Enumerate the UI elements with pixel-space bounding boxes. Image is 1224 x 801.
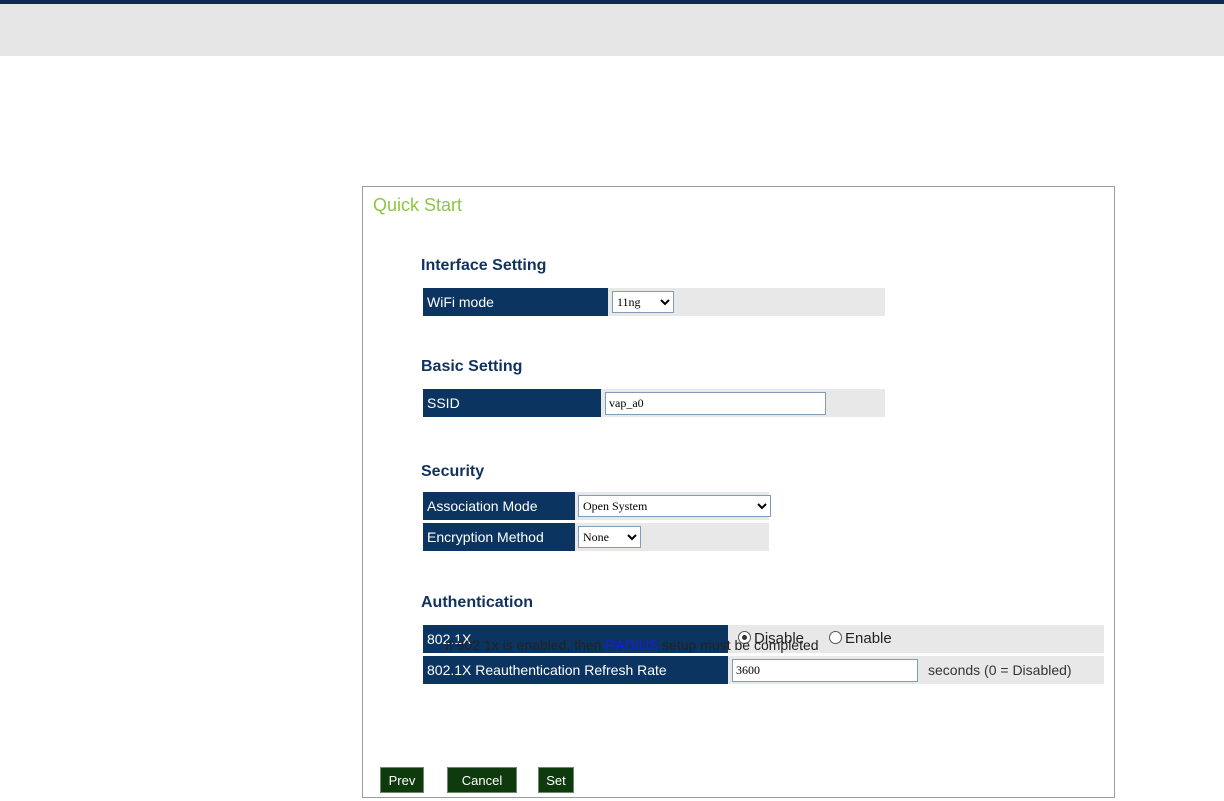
reauth-row: 802.1X Reauthentication Refresh Rate sec…: [423, 656, 1104, 684]
radius-note: If 802.1x is enabled, then RADIUS setup …: [445, 637, 819, 653]
section-title-security: Security: [421, 463, 485, 480]
radio-unselected-icon[interactable]: [829, 631, 842, 644]
enable-radio-option[interactable]: Enable: [829, 625, 892, 653]
wifi-mode-label: WiFi mode: [423, 288, 608, 316]
association-mode-select[interactable]: Open System: [578, 495, 771, 517]
wifi-mode-row: WiFi mode 11ng: [423, 288, 885, 316]
set-button[interactable]: Set: [538, 767, 574, 793]
section-title-interface: Interface Setting: [421, 257, 547, 274]
section-title-authentication: Authentication: [421, 594, 533, 611]
prev-button[interactable]: Prev: [380, 767, 424, 793]
ssid-row: SSID: [423, 389, 885, 417]
header-bar: [0, 4, 1224, 56]
quick-start-panel: Quick Start Interface Setting WiFi mode …: [362, 186, 1115, 798]
encryption-method-label: Encryption Method: [423, 523, 575, 551]
enable-label: Enable: [845, 630, 892, 647]
association-mode-label: Association Mode: [423, 492, 575, 520]
panel-title: Quick Start: [373, 195, 463, 215]
radius-link[interactable]: RADIUS: [605, 637, 658, 653]
ssid-input[interactable]: [605, 392, 826, 415]
reauth-suffix: seconds (0 = Disabled): [928, 662, 1072, 678]
cancel-button[interactable]: Cancel: [447, 767, 517, 793]
reauth-label: 802.1X Reauthentication Refresh Rate: [423, 656, 728, 684]
wifi-mode-select[interactable]: 11ng: [612, 291, 674, 313]
encryption-method-select[interactable]: None: [578, 526, 641, 548]
reauth-rate-input[interactable]: [732, 659, 918, 682]
section-title-basic: Basic Setting: [421, 358, 523, 375]
association-mode-row: Association Mode Open System: [423, 492, 771, 520]
encryption-method-row: Encryption Method None: [423, 523, 769, 551]
ssid-label: SSID: [423, 389, 601, 417]
